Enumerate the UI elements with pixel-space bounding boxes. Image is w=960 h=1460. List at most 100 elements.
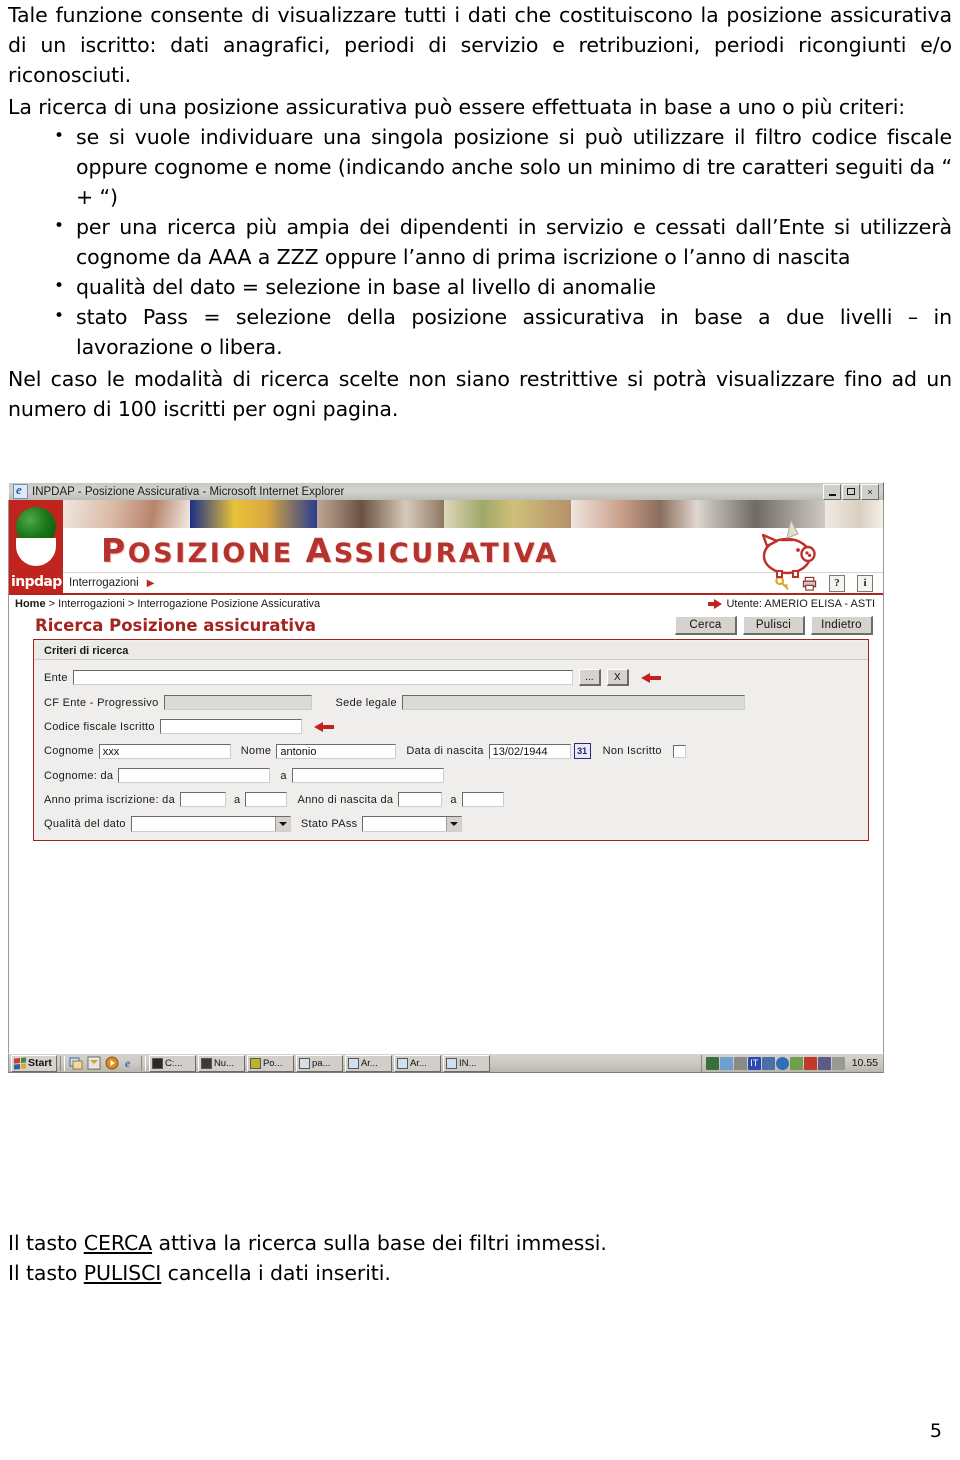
qualita-dato-value (132, 817, 275, 831)
page-title: Ricerca Posizione assicurativa (35, 616, 316, 635)
breadcrumb-separator: > (45, 597, 59, 610)
windows-taskbar: Start e C:... Nu... Po... pa... Ar... Ar… (8, 1053, 884, 1073)
data-nascita-input[interactable]: 13/02/1944 (488, 743, 571, 759)
browser-titlebar: INPDAP - Posizione Assicurativa - Micros… (8, 482, 884, 500)
anno-iscrizione-from-input[interactable] (180, 792, 227, 807)
task-label: IN... (458, 1057, 477, 1069)
banner-title-rest: OSIZIONE (127, 537, 306, 569)
browser-viewport: inpdap POSIZIONE ASSICURATIVA Interrogaz… (8, 500, 884, 1053)
breadcrumb-level2[interactable]: Interrogazioni (58, 598, 125, 610)
nome-input[interactable]: antonio (276, 743, 397, 759)
info-icon[interactable]: i (857, 574, 873, 592)
task-icon (396, 1057, 408, 1069)
ente-input[interactable] (72, 670, 573, 685)
cf-ente-input[interactable] (163, 695, 312, 710)
start-label: Start (28, 1057, 52, 1069)
start-button[interactable]: Start (11, 1054, 57, 1072)
anno-nascita-from-input[interactable] (398, 792, 443, 807)
user-label: Utente: AMERIO ELISA - ASTI (726, 597, 875, 610)
anno-nascita-to-input[interactable] (461, 792, 504, 807)
logo-wordmark: inpdap (11, 574, 62, 590)
photo-tile-euro (825, 500, 883, 528)
search-criteria-panel: Criteri di ricerca Ente ... X CF Ente - … (33, 639, 869, 841)
anno-iscrizione-to-label: a (234, 793, 241, 806)
maximize-button[interactable] (842, 483, 860, 500)
network-icon[interactable] (705, 1056, 719, 1070)
photo-tile (571, 500, 698, 528)
volume-icon[interactable] (719, 1056, 733, 1070)
clear-button[interactable]: Pulisci (743, 616, 805, 635)
list-item: qualità del dato = selezione in base al … (48, 271, 952, 302)
internet-explorer-icon[interactable]: e (122, 1055, 138, 1071)
anno-nascita-label: Anno di nascita da (297, 793, 394, 806)
task-icon (200, 1057, 212, 1069)
nome-label: Nome (240, 745, 272, 757)
task-button[interactable]: C:... (148, 1054, 196, 1072)
stato-pass-value (363, 817, 446, 831)
chevron-down-icon[interactable] (446, 817, 462, 831)
annotation-arrow-icon (313, 721, 334, 732)
taskbar-clock[interactable]: 10.55 (852, 1057, 878, 1069)
calendar-icon[interactable]: 31 (573, 743, 591, 759)
banner-title-second-lead: A (305, 530, 334, 570)
stato-pass-select[interactable] (362, 816, 463, 832)
task-button[interactable]: pa... (295, 1054, 343, 1072)
non-iscritto-label: Non Iscritto (602, 745, 662, 757)
outlook-icon[interactable] (86, 1055, 102, 1071)
non-iscritto-checkbox[interactable] (672, 744, 686, 758)
show-desktop-icon[interactable] (68, 1055, 84, 1071)
close-button[interactable]: × (861, 483, 879, 500)
task-button[interactable]: IN... (442, 1054, 490, 1072)
minimize-button[interactable] (823, 483, 841, 500)
photo-tile (444, 500, 571, 528)
taskbar-divider (59, 1055, 65, 1071)
banner-title-row: POSIZIONE ASSICURATIVA (63, 518, 883, 578)
menu-item-interrogazioni[interactable]: Interrogazioni (69, 577, 139, 589)
breadcrumb-home[interactable]: Home (15, 598, 46, 610)
network-connection-icon[interactable] (761, 1056, 775, 1070)
stato-pass-label: Stato PAss (300, 818, 358, 830)
monitor-icon[interactable] (817, 1056, 831, 1070)
task-button[interactable]: Ar... (344, 1054, 392, 1072)
cognome-range-to-input[interactable] (291, 768, 444, 783)
settings-icon[interactable] (733, 1056, 747, 1070)
task-button[interactable]: Po... (246, 1054, 294, 1072)
sede-legale-label: Sede legale (335, 696, 397, 709)
ente-browse-button[interactable]: ... (578, 669, 601, 686)
breadcrumb-separator: > (124, 597, 138, 610)
sede-legale-input[interactable] (401, 695, 745, 710)
media-player-icon[interactable] (104, 1055, 120, 1071)
chevron-down-icon[interactable] (274, 817, 290, 831)
cognome-range-row: Cognome: da a (34, 768, 868, 783)
cognome-range-label: Cognome: da (44, 769, 114, 782)
task-label: Ar... (360, 1057, 378, 1069)
cognome-range-from-input[interactable] (118, 768, 271, 783)
language-indicator[interactable]: IT (747, 1056, 761, 1070)
codice-fiscale-input[interactable] (159, 719, 302, 734)
photo-tile (190, 500, 317, 528)
qualita-dato-select[interactable] (130, 816, 291, 832)
search-button[interactable]: Cerca (675, 616, 737, 635)
task-button[interactable]: Ar... (393, 1054, 441, 1072)
task-button[interactable]: Nu... (197, 1054, 245, 1072)
back-button[interactable]: Indietro (811, 616, 873, 635)
help-icon[interactable]: ? (829, 574, 845, 592)
ente-clear-button[interactable]: X (606, 669, 629, 686)
cognome-input[interactable]: xxx (98, 743, 231, 759)
action-button-group: Cerca Pulisci Indietro (675, 616, 873, 635)
footer-line-pulisci: Il tasto PULISCI cancella i dati inserit… (8, 1258, 908, 1288)
codice-fiscale-label: Codice fiscale Iscritto (44, 720, 155, 733)
anno-iscrizione-to-input[interactable] (245, 792, 288, 807)
task-label: Nu... (213, 1057, 234, 1069)
list-item: stato Pass = selezione della posizione a… (48, 301, 952, 362)
footer-prefix: Il tasto (8, 1231, 84, 1255)
printer-tray-icon[interactable] (831, 1056, 845, 1070)
task-label: C:... (164, 1057, 183, 1069)
alert-icon[interactable] (803, 1056, 817, 1070)
task-icon (298, 1057, 310, 1069)
antivirus-icon[interactable] (775, 1056, 789, 1070)
update-icon[interactable] (789, 1056, 803, 1070)
qualita-dato-label: Qualità del dato (44, 818, 126, 830)
inpdap-logo: inpdap (9, 500, 63, 593)
criteria-bullet-list: se si vuole individuare una singola posi… (8, 121, 952, 362)
